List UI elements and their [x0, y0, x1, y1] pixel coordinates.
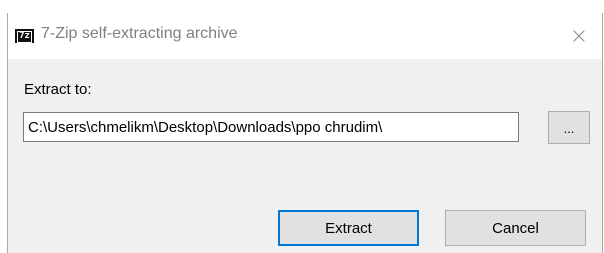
- close-button[interactable]: ×: [556, 13, 602, 59]
- browse-button[interactable]: ...: [548, 111, 590, 144]
- extract-path-input[interactable]: [23, 112, 519, 142]
- extract-button[interactable]: Extract: [278, 210, 419, 246]
- close-icon: ×: [569, 23, 589, 49]
- cancel-button[interactable]: Cancel: [445, 210, 586, 246]
- title-bar: 7z 7-Zip self-extracting archive ×: [8, 13, 602, 59]
- 7zip-icon-text: 7z: [17, 31, 32, 43]
- extract-to-label: Extract to:: [24, 81, 92, 98]
- sfx-dialog-window: 7z 7-Zip self-extracting archive × Extra…: [7, 13, 603, 253]
- 7zip-app-icon: 7z: [15, 29, 34, 43]
- window-title: 7-Zip self-extracting archive: [41, 25, 238, 42]
